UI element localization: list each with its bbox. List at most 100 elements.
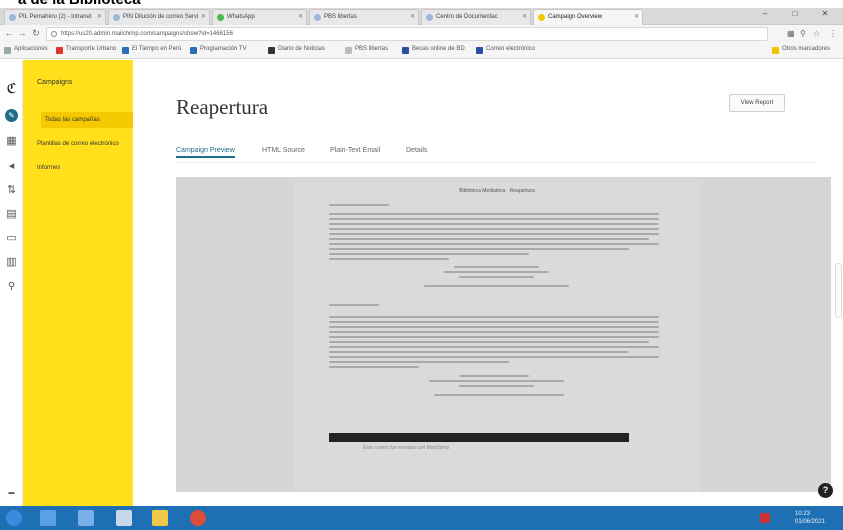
bookmark-item[interactable]: Diario de Noticias — [268, 46, 325, 54]
back-icon[interactable]: ← — [3, 28, 15, 38]
url-text: https://us20.admin.mailchimp.com/campaig… — [61, 31, 233, 37]
browser-tab[interactable]: Centro de Documentac ✕ — [421, 9, 531, 25]
footer-note[interactable]: Este correo fue enviado con Mailchimp — [363, 445, 449, 451]
email-text-line — [329, 253, 529, 255]
mailchimp-logo-icon[interactable]: ℭ — [5, 81, 18, 95]
url-input[interactable]: https://us20.admin.mailchimp.com/campaig… — [46, 27, 768, 41]
nav-item-email-templates[interactable]: Plantillas de correo electrónico — [37, 140, 129, 148]
browser-tab[interactable]: PIL Pemahkru (2) - Intranet ✕ — [4, 9, 106, 25]
bookmark-item[interactable]: Transporte Urbano — [56, 46, 116, 54]
menu-icon[interactable]: ⋮ — [829, 29, 837, 38]
email-text-line-centered — [434, 394, 564, 396]
forward-icon[interactable]: → — [16, 28, 28, 38]
mailchimp-favicon-icon — [538, 14, 545, 21]
lock-icon — [51, 31, 57, 37]
bookmark-favicon-icon — [476, 47, 483, 54]
dashboard-icon[interactable]: ▦ — [5, 135, 18, 148]
close-icon[interactable]: ✕ — [634, 13, 639, 20]
close-icon[interactable]: ✕ — [522, 13, 527, 20]
apps-icon — [4, 47, 11, 54]
chrome-icon[interactable] — [190, 510, 206, 526]
folder-icon — [772, 47, 779, 54]
bookmark-item[interactable]: Aplicaciones — [4, 46, 48, 54]
tab-favicon-icon — [314, 14, 321, 21]
content-icon[interactable]: ▭ — [5, 232, 18, 245]
bookmark-item[interactable]: Correo electrónico — [476, 46, 535, 54]
email-text-line — [329, 351, 629, 353]
bookmark-favicon-icon — [122, 47, 129, 54]
tab-favicon-icon — [426, 14, 433, 21]
extension-icon[interactable]: ▦ — [787, 29, 795, 38]
email-text-line — [329, 336, 659, 338]
document-heading: a de la Biblioteca — [0, 0, 843, 8]
nav-item-reports[interactable]: Informes — [37, 164, 129, 172]
main-content: Reapertura View Report Campaign Preview … — [133, 60, 843, 506]
create-icon[interactable]: ✎ — [5, 109, 18, 122]
close-icon[interactable]: ✕ — [298, 13, 303, 20]
account-icon[interactable]: ▬ — [5, 487, 18, 500]
ie-icon[interactable] — [40, 510, 56, 526]
explorer-icon[interactable] — [78, 510, 94, 526]
file-manager-icon[interactable] — [116, 510, 132, 526]
tab-details[interactable]: Details — [406, 147, 427, 154]
browser-tab[interactable]: PIN Dilución de correo Servi ✕ — [108, 9, 210, 25]
email-text-line-centered — [454, 266, 539, 268]
notification-icon[interactable] — [760, 513, 770, 523]
bookmark-favicon-icon — [402, 47, 409, 54]
app-rail: ℭ ✎ ▦ ◂ ⇅ ▤ ▭ ▥ ⚲ ▬ — [0, 60, 23, 506]
automations-icon[interactable]: ⇅ — [5, 184, 18, 197]
help-button[interactable]: ? — [818, 483, 833, 498]
tab-campaign-preview[interactable]: Campaign Preview — [176, 147, 235, 158]
audience-icon[interactable]: ▤ — [5, 208, 18, 221]
campaigns-icon[interactable]: ◂ — [5, 160, 18, 173]
email-text-line — [329, 233, 659, 235]
bookmark-item[interactable]: Otros marcadores — [772, 46, 830, 54]
close-icon[interactable]: ✕ — [410, 13, 415, 20]
search-icon[interactable]: ⚲ — [5, 280, 18, 293]
campaigns-nav: Campaigns Todas las campañas Plantillas … — [23, 60, 133, 506]
tab-plain-text-email[interactable]: Plain-Text Email — [330, 147, 380, 154]
bookmark-favicon-icon — [268, 47, 275, 54]
browser-tab[interactable]: PBS libertas ✕ — [309, 9, 419, 25]
email-text-line-centered — [424, 285, 569, 287]
bookmark-item[interactable]: Programación TV — [190, 46, 247, 54]
close-icon[interactable]: ✕ — [97, 13, 102, 20]
reports-icon[interactable]: ▥ — [5, 256, 18, 269]
email-text-line — [329, 238, 649, 240]
preview-tabs: Campaign Preview HTML Source Plain-Text … — [176, 147, 536, 161]
side-scroll-handle[interactable] — [835, 263, 842, 318]
minimize-icon[interactable]: – — [750, 9, 780, 21]
email-text-line — [329, 326, 659, 328]
tab-html-source[interactable]: HTML Source — [262, 147, 305, 154]
browser-tab-label: PBS libertas — [324, 14, 358, 20]
document-heading-text: a de la Biblioteca — [18, 0, 141, 8]
bookmark-item[interactable]: Becas online de BD — [402, 46, 465, 54]
window-close-icon[interactable]: ✕ — [810, 9, 840, 21]
nav-item-all-campaigns[interactable]: Todas las campañas — [41, 112, 133, 128]
view-report-button[interactable]: View Report — [729, 94, 785, 112]
clock-time[interactable]: 10:23 — [795, 511, 810, 517]
bookmark-favicon-icon — [190, 47, 197, 54]
maximize-icon[interactable]: □ — [780, 9, 810, 21]
close-icon[interactable]: ✕ — [201, 13, 206, 20]
clock-date[interactable]: 01/06/2021 — [795, 519, 825, 525]
email-text-line — [329, 213, 659, 215]
email-preview: Biblioteca Mediateca · Reapertura — [294, 182, 700, 492]
start-icon[interactable] — [6, 510, 22, 526]
star-icon[interactable]: ☆ — [813, 29, 820, 38]
zoom-icon[interactable]: ⚲ — [800, 29, 806, 38]
bookmark-item[interactable]: El Tiempo en Perú — [122, 46, 182, 54]
bookmark-label: Aplicaciones — [14, 46, 48, 52]
tab-favicon-icon — [113, 14, 120, 21]
browser-tab-active[interactable]: Campaign Overview ✕ — [533, 9, 643, 25]
folder-icon[interactable] — [152, 510, 168, 526]
bookmark-item[interactable]: PBS libertas — [345, 46, 388, 54]
tab-favicon-icon — [9, 14, 16, 21]
browser-tab-strip: PIL Pemahkru (2) - Intranet ✕ PIN Diluci… — [0, 6, 843, 25]
bookmark-label: El Tiempo en Perú — [132, 46, 182, 52]
reload-icon[interactable]: ↻ — [30, 28, 42, 39]
bookmark-label: Programación TV — [200, 46, 247, 52]
browser-tab-label: WhatsApp — [227, 14, 255, 20]
email-text-line — [329, 361, 509, 363]
browser-tab[interactable]: WhatsApp ✕ — [212, 9, 307, 25]
